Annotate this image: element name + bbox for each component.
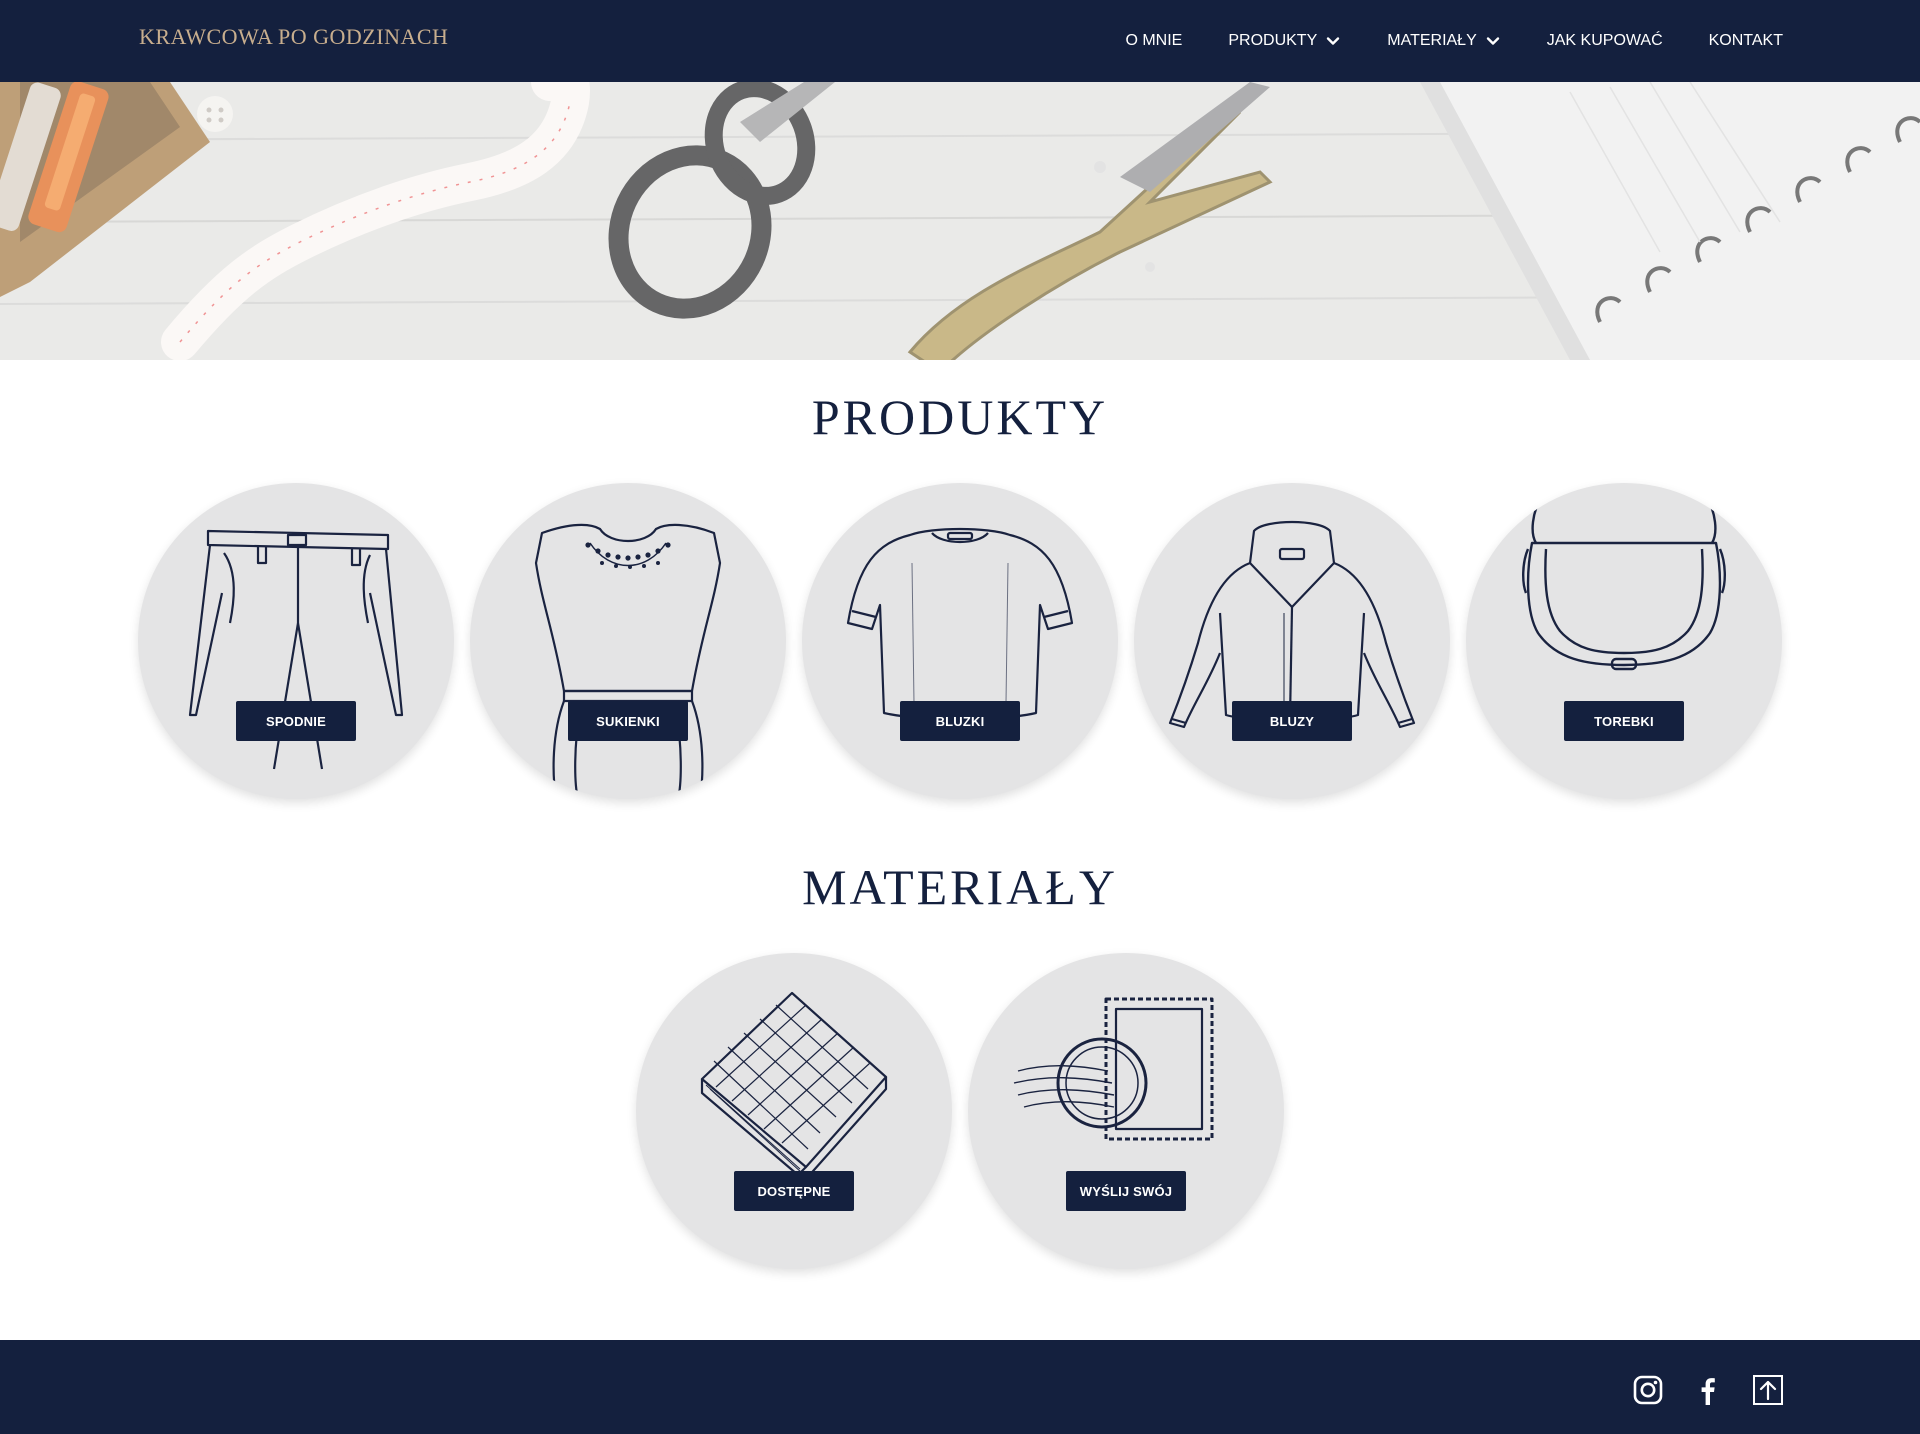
chevron-down-icon: [1486, 37, 1499, 45]
product-card-spodnie[interactable]: SPODNIE: [138, 483, 454, 799]
jacket-sketch-icon: [1168, 520, 1416, 729]
scroll-top-icon[interactable]: [1750, 1372, 1786, 1408]
nav-item-produkty[interactable]: PRODUKTY: [1205, 0, 1364, 82]
section-title-materialy: MATERIAŁY: [802, 859, 1118, 915]
site-logo-text[interactable]: KRAWCOWA PO GODZINACH: [139, 24, 448, 50]
blouse-sketch-icon: [846, 527, 1074, 721]
main-nav: O MNIE PRODUKTY MATERIAŁY JAK KUPOWAĆ KO…: [1102, 0, 1783, 82]
nav-label: KONTAKT: [1708, 32, 1783, 49]
nav-label: MATERIAŁY: [1387, 32, 1477, 49]
trousers-sketch-icon: [188, 529, 404, 770]
nav-item-materialy[interactable]: MATERIAŁY: [1364, 0, 1524, 82]
facebook-icon[interactable]: [1690, 1372, 1726, 1408]
bluzy-button[interactable]: BLUZY: [1232, 701, 1352, 741]
bluzki-button[interactable]: BLUZKI: [900, 701, 1020, 741]
instagram-icon[interactable]: [1630, 1372, 1666, 1408]
wyslij-swoj-button[interactable]: WYŚLIJ SWÓJ: [1066, 1171, 1186, 1211]
hero-banner-image: [0, 82, 1920, 360]
postage-stamp-sketch-icon: [1013, 997, 1214, 1141]
nav-item-o-mnie[interactable]: O MNIE: [1102, 0, 1205, 82]
chevron-down-icon: [1327, 37, 1340, 45]
section-title-produkty: PRODUKTY: [811, 389, 1109, 445]
dostepne-button[interactable]: DOSTĘPNE: [734, 1171, 854, 1211]
torebki-button[interactable]: TOREBKI: [1564, 701, 1684, 741]
dress-sketch-icon: [534, 523, 722, 799]
top-navigation-bar: KRAWCOWA PO GODZINACH O MNIE PRODUKTY MA…: [0, 0, 1920, 82]
product-card-bluzki[interactable]: BLUZKI: [802, 483, 1118, 799]
nav-label: JAK KUPOWAĆ: [1546, 32, 1663, 49]
product-card-torebki[interactable]: TOREBKI: [1466, 483, 1782, 799]
fabric-sketch-icon: [700, 991, 888, 1181]
nav-item-kontakt[interactable]: KONTAKT: [1686, 0, 1783, 82]
nav-item-jak-kupowac[interactable]: JAK KUPOWAĆ: [1524, 0, 1686, 82]
page-footer: [0, 1340, 1920, 1434]
bag-sketch-icon: [1522, 494, 1726, 671]
nav-label: O MNIE: [1125, 32, 1183, 49]
material-card-dostepne[interactable]: DOSTĘPNE: [636, 953, 952, 1269]
spodnie-button[interactable]: SPODNIE: [236, 701, 356, 741]
nav-label: PRODUKTY: [1228, 32, 1318, 49]
sukienki-button[interactable]: SUKIENKI: [568, 701, 688, 741]
product-card-bluzy[interactable]: BLUZY: [1134, 483, 1450, 799]
sewing-tools-illustration: [0, 82, 1920, 360]
product-card-sukienki[interactable]: SUKIENKI: [470, 483, 786, 799]
material-card-wyslij-swoj[interactable]: WYŚLIJ SWÓJ: [968, 953, 1284, 1269]
